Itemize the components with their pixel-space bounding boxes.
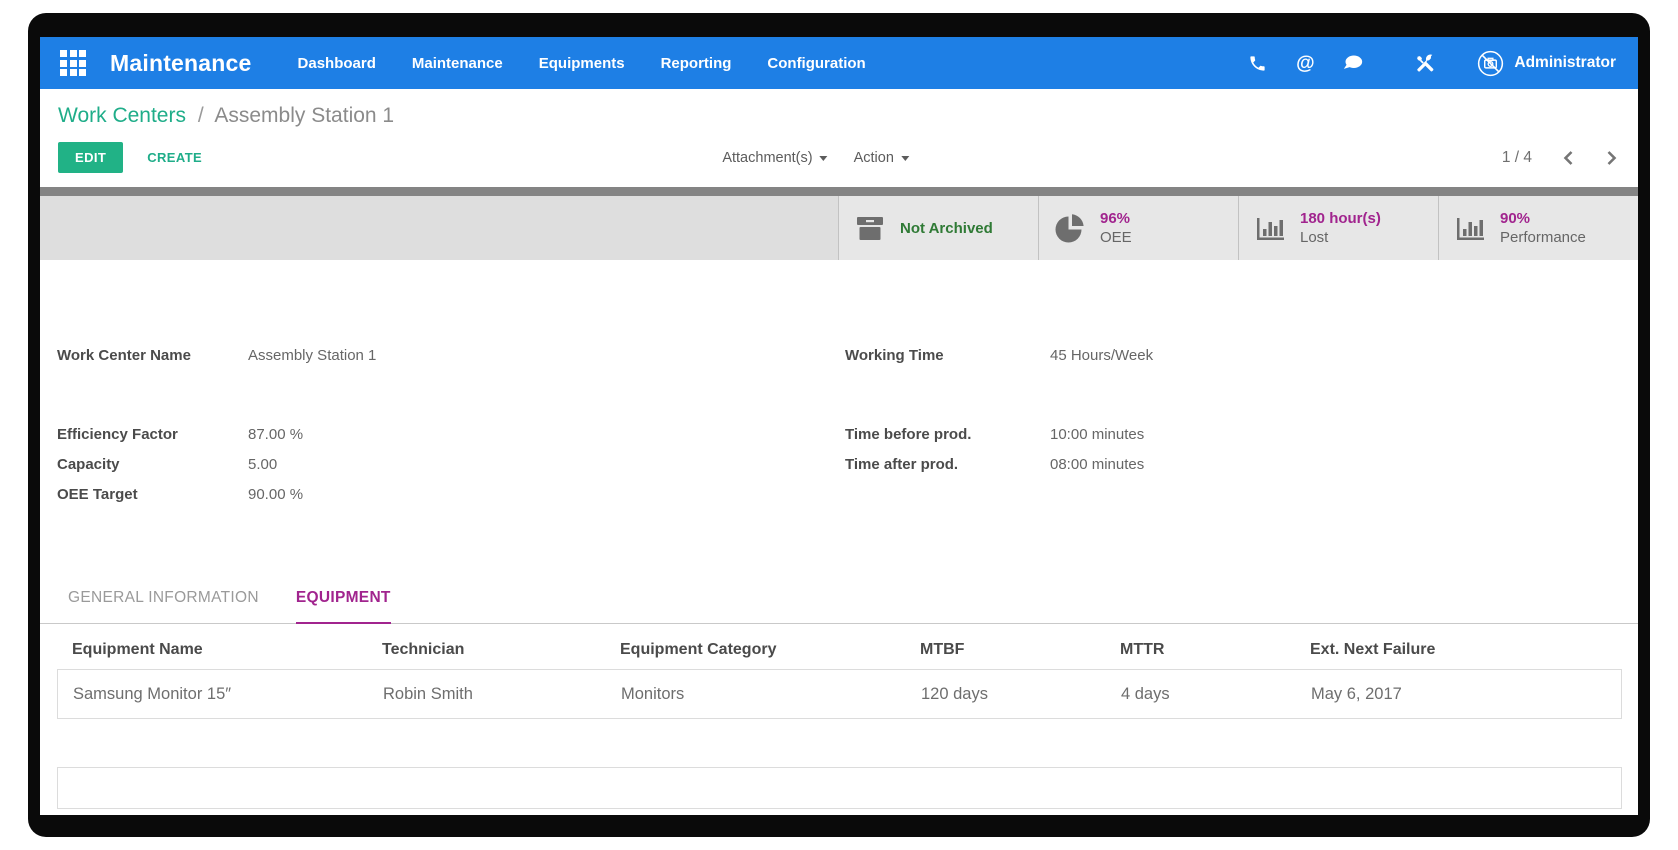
field-value-time-before-prod: 10:00 minutes xyxy=(1050,425,1145,443)
breadcrumb-current: Assembly Station 1 xyxy=(214,104,395,127)
field-label-efficiency-factor: Efficiency Factor xyxy=(57,425,178,443)
menu-item-maintenance[interactable]: Maintenance xyxy=(412,55,503,72)
menu-item-equipments[interactable]: Equipments xyxy=(539,55,625,72)
app-screen: Maintenance Dashboard Maintenance Equipm… xyxy=(40,37,1638,815)
stat-button-archived[interactable]: Not Archived xyxy=(838,196,1038,260)
col-equipment-category: Equipment Category xyxy=(620,641,777,658)
bar-chart-icon xyxy=(1455,214,1487,242)
form-right-column: Working Time 45 Hours/Week Time before p… xyxy=(845,340,1545,479)
breadcrumb-separator: / xyxy=(197,104,204,127)
equipment-table: Equipment Name Technician Equipment Cate… xyxy=(57,631,1622,719)
pager: 1 / 4 xyxy=(1502,149,1618,167)
stat-button-lost[interactable]: 180 hour(s) Lost xyxy=(1238,196,1438,260)
field-label-work-center-name: Work Center Name xyxy=(57,346,191,364)
field-value-oee-target: 90.00 % xyxy=(248,485,304,503)
pager-previous-icon[interactable] xyxy=(1562,150,1575,166)
field-label-time-after-prod: Time after prod. xyxy=(845,455,959,473)
stat-button-strip: Not Archived 96% OEE 180 hour(s) Lost 90… xyxy=(40,196,1638,260)
col-ext-next-failure: Ext. Next Failure xyxy=(1310,641,1436,658)
cell-ext-next-failure: May 6, 2017 xyxy=(1311,684,1402,703)
col-mtbf: MTBF xyxy=(920,641,965,658)
menu-item-dashboard[interactable]: Dashboard xyxy=(298,55,376,72)
stat-oee-value: 96% xyxy=(1100,209,1131,227)
equipment-table-header: Equipment Name Technician Equipment Cate… xyxy=(57,631,1622,669)
col-technician: Technician xyxy=(382,641,465,658)
navbar-right: @ Administrator xyxy=(1247,50,1616,77)
user-name: Administrator xyxy=(1514,54,1616,71)
cell-technician: Robin Smith xyxy=(383,684,473,703)
field-label-time-before-prod: Time before prod. xyxy=(845,425,972,443)
bar-chart-icon xyxy=(1255,214,1287,242)
table-row[interactable]: Samsung Monitor 15″ Robin Smith Monitors… xyxy=(57,669,1622,719)
field-value-efficiency-factor: 87.00 % xyxy=(248,425,304,443)
pager-next-icon[interactable] xyxy=(1605,150,1618,166)
field-label-oee-target: OEE Target xyxy=(57,485,138,503)
create-button[interactable]: CREATE xyxy=(147,150,202,165)
edit-button[interactable]: EDIT xyxy=(58,142,124,173)
breadcrumb: Work Centers / Assembly Station 1 xyxy=(58,104,1618,128)
avatar-no-image-icon xyxy=(1477,50,1504,77)
field-label-capacity: Capacity xyxy=(57,455,120,473)
stat-lost-value: 180 hour(s) xyxy=(1300,209,1381,227)
top-navbar: Maintenance Dashboard Maintenance Equipm… xyxy=(40,37,1638,89)
stat-button-performance[interactable]: 90% Performance xyxy=(1438,196,1638,260)
cell-equipment-category: Monitors xyxy=(621,684,685,703)
menu-item-configuration[interactable]: Configuration xyxy=(767,55,865,72)
field-value-work-center-name: Assembly Station 1 xyxy=(248,346,377,364)
chevron-down-icon xyxy=(819,156,828,161)
form-sheet: Work Center Name Assembly Station 1 Effi… xyxy=(40,260,1638,809)
apps-grid-icon[interactable] xyxy=(60,50,86,76)
field-value-time-after-prod: 08:00 minutes xyxy=(1050,455,1145,473)
cell-mttr: 4 days xyxy=(1121,684,1170,703)
sidebar-dropdowns: Attachment(s) Action xyxy=(722,150,909,166)
col-mttr: MTTR xyxy=(1120,641,1165,658)
email-at-icon[interactable]: @ xyxy=(1295,53,1315,73)
stat-performance-label: Performance xyxy=(1500,229,1586,246)
archive-box-icon xyxy=(855,215,887,242)
app-title[interactable]: Maintenance xyxy=(110,50,252,77)
empty-note-box xyxy=(57,767,1622,809)
field-value-capacity: 5.00 xyxy=(248,455,278,473)
control-panel-buttons: EDIT CREATE Attachment(s) Action 1 / 4 xyxy=(58,141,1618,174)
attachments-dropdown[interactable]: Attachment(s) xyxy=(722,150,828,166)
pager-value[interactable]: 1 / 4 xyxy=(1502,149,1532,167)
tab-equipment[interactable]: EQUIPMENT xyxy=(295,589,391,624)
stat-oee-label: OEE xyxy=(1100,229,1132,246)
stat-performance-value: 90% xyxy=(1500,209,1531,227)
notebook-tabs: GENERAL INFORMATION EQUIPMENT xyxy=(40,589,1638,624)
stat-archived-label: Not Archived xyxy=(900,219,993,237)
action-dropdown[interactable]: Action xyxy=(854,150,909,166)
tab-general-information[interactable]: GENERAL INFORMATION xyxy=(68,589,259,623)
menu-item-reporting[interactable]: Reporting xyxy=(661,55,732,72)
chevron-down-icon xyxy=(900,156,909,161)
cell-equipment-name: Samsung Monitor 15″ xyxy=(73,684,232,703)
control-panel: Work Centers / Assembly Station 1 EDIT C… xyxy=(40,89,1638,187)
device-frame: Maintenance Dashboard Maintenance Equipm… xyxy=(28,13,1650,837)
stat-button-oee[interactable]: 96% OEE xyxy=(1038,196,1238,260)
col-equipment-name: Equipment Name xyxy=(72,641,203,658)
chat-bubble-icon[interactable] xyxy=(1343,53,1363,73)
cell-mtbf: 120 days xyxy=(921,684,988,703)
field-label-working-time: Working Time xyxy=(845,346,944,364)
main-menu: Dashboard Maintenance Equipments Reporti… xyxy=(298,55,866,72)
field-value-working-time: 45 Hours/Week xyxy=(1050,346,1154,364)
form-left-column: Work Center Name Assembly Station 1 Effi… xyxy=(57,340,757,509)
pie-chart-icon xyxy=(1055,213,1087,243)
phone-icon[interactable] xyxy=(1247,53,1267,73)
stat-lost-label: Lost xyxy=(1300,229,1329,246)
user-menu[interactable]: Administrator xyxy=(1477,50,1616,77)
tools-icon[interactable] xyxy=(1415,53,1435,73)
breadcrumb-work-centers[interactable]: Work Centers xyxy=(58,104,186,127)
status-divider-bar xyxy=(40,187,1638,196)
